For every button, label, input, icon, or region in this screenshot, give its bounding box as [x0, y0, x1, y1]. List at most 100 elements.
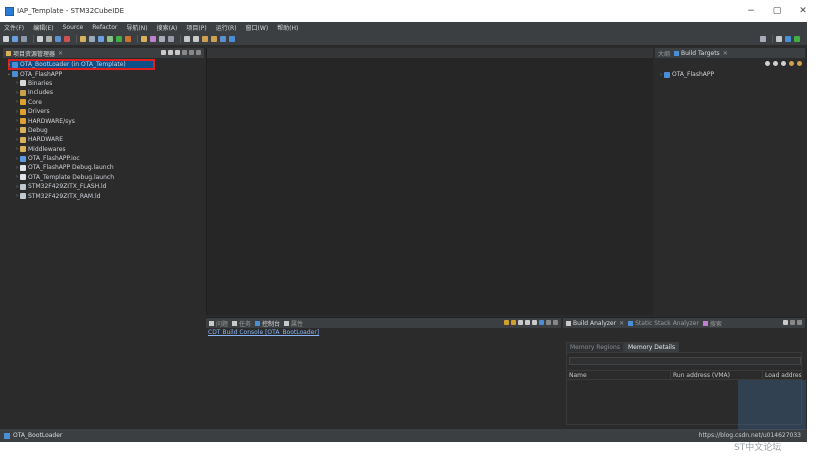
build-targets-tab-label[interactable]: Build Targets: [681, 50, 720, 57]
console-title[interactable]: CDT Build Console [OTA_BootLoader]: [206, 328, 561, 336]
menu-item[interactable]: Refactor: [92, 24, 117, 31]
tree-item[interactable]: › HARDWARE: [3, 135, 204, 144]
pin-console-icon[interactable]: [504, 320, 509, 325]
menu-item[interactable]: 文件(F): [4, 23, 24, 32]
forward-arrow-icon[interactable]: [211, 36, 217, 42]
column-load-address[interactable]: Load address: [763, 371, 801, 379]
outline-tab-label[interactable]: 大纲: [658, 49, 670, 58]
info-icon[interactable]: [229, 36, 235, 42]
build-target-icon[interactable]: [781, 60, 786, 66]
open-perspective-icon[interactable]: [776, 36, 782, 42]
menu-item[interactable]: 搜索(A): [157, 23, 178, 32]
memory-filter-input[interactable]: [569, 357, 801, 365]
minimize-view-icon[interactable]: [546, 320, 551, 325]
save-icon[interactable]: [12, 36, 18, 42]
maximize-view-icon[interactable]: [553, 320, 558, 325]
build-all-icon[interactable]: [55, 36, 61, 42]
tree-item[interactable]: › Drivers: [3, 107, 204, 116]
pencil-icon[interactable]: [150, 36, 156, 42]
debug-icon[interactable]: [107, 36, 113, 42]
menu-item[interactable]: 导航(N): [126, 23, 147, 32]
search-toolbar-icon[interactable]: [159, 36, 165, 42]
tree-item[interactable]: › Middlewares: [3, 145, 204, 154]
tree-item[interactable]: › OTA_FlashAPP.ioc: [3, 154, 204, 163]
terminal-icon[interactable]: [168, 36, 174, 42]
external-tools-icon[interactable]: [125, 36, 131, 42]
collapse-all-icon[interactable]: [161, 50, 166, 55]
display-console-icon[interactable]: [539, 320, 544, 325]
pin-icon[interactable]: [220, 36, 226, 42]
maximize-view-icon[interactable]: [797, 320, 802, 325]
menu-item[interactable]: Source: [63, 24, 84, 31]
tree-item[interactable]: › STM32F429ZITX_RAM.ld: [3, 191, 204, 200]
tree-item[interactable]: ⌄ OTA_FlashAPP: [3, 69, 204, 78]
save-all-icon[interactable]: [21, 36, 27, 42]
column-name[interactable]: Name: [567, 371, 671, 379]
menu-item[interactable]: 帮助(H): [277, 23, 298, 32]
view-menu-icon[interactable]: [783, 320, 788, 325]
tree-item[interactable]: › Includes: [3, 88, 204, 97]
console-tab-label[interactable]: 控制台: [262, 319, 280, 328]
copy-icon[interactable]: [532, 320, 537, 325]
open-folder-icon[interactable]: [80, 36, 86, 42]
new-target-icon[interactable]: [765, 60, 770, 66]
search-tab-label[interactable]: 搜索: [710, 319, 722, 328]
tree-item[interactable]: › OTA_Template Debug.launch: [3, 173, 204, 182]
edit-target-icon[interactable]: [773, 60, 778, 66]
maximize-button[interactable]: ▢: [764, 0, 790, 22]
debug-perspective-icon[interactable]: [794, 36, 800, 42]
filter-icon[interactable]: [175, 50, 180, 55]
back-arrow-icon[interactable]: [789, 60, 794, 66]
tree-item[interactable]: › STM32F429ZITX_FLASH.ld: [3, 182, 204, 191]
open-type-icon[interactable]: [141, 36, 147, 42]
column-run-address[interactable]: Run address (VMA): [671, 371, 763, 379]
tree-item-content: › HARDWARE: [14, 136, 63, 143]
clear-console-icon[interactable]: [518, 320, 523, 325]
tree-item[interactable]: › OTA_FlashAPP: [655, 70, 805, 79]
search-icon[interactable]: [760, 36, 766, 42]
prev-annotation-icon[interactable]: [193, 36, 199, 42]
editor-area[interactable]: [206, 48, 653, 315]
console-tab-label[interactable]: 属性: [291, 319, 303, 328]
device-config-icon[interactable]: [89, 36, 95, 42]
tree-item[interactable]: › Core: [3, 98, 204, 107]
tree-item[interactable]: › HARDWARE/sys: [3, 116, 204, 125]
close-tab-icon[interactable]: ✕: [619, 320, 624, 327]
view-menu-icon[interactable]: [182, 50, 187, 55]
console-tab-label[interactable]: 问题: [216, 319, 228, 328]
close-tab-icon[interactable]: ✕: [723, 50, 728, 57]
build-analyzer-tab-label[interactable]: Build Analyzer: [573, 320, 616, 327]
close-tab-icon[interactable]: ✕: [58, 50, 63, 57]
tree-item[interactable]: › OTA_BootLoader (in OTA_Template): [3, 59, 204, 70]
minimize-view-icon[interactable]: [790, 320, 795, 325]
console-tab-label[interactable]: 任务: [239, 319, 251, 328]
word-wrap-icon[interactable]: [525, 320, 530, 325]
menu-item[interactable]: 编辑(E): [33, 23, 53, 32]
chip-icon[interactable]: [98, 36, 104, 42]
new-file-icon[interactable]: [3, 36, 9, 42]
tree-item[interactable]: › Binaries: [3, 79, 204, 88]
status-selected-resource: OTA_BootLoader: [13, 432, 63, 439]
tree-item-label: OTA_FlashAPP: [672, 71, 715, 79]
menu-item[interactable]: 项目(P): [186, 23, 206, 32]
menu-item[interactable]: 运行(R): [216, 23, 237, 32]
tree-item[interactable]: › Debug: [3, 126, 204, 135]
cpp-perspective-icon[interactable]: [785, 36, 791, 42]
minimize-button[interactable]: −: [738, 0, 764, 22]
scroll-lock-icon[interactable]: [511, 320, 516, 325]
project-explorer-header[interactable]: 项目资源管理器 ✕: [3, 48, 204, 58]
link-editor-icon[interactable]: [168, 50, 173, 55]
clean-icon[interactable]: [64, 36, 70, 42]
next-annotation-icon[interactable]: [184, 36, 190, 42]
menu-item[interactable]: 窗口(W): [246, 23, 269, 32]
run-icon[interactable]: [116, 36, 122, 42]
minimize-view-icon[interactable]: [189, 50, 194, 55]
forward-arrow-icon[interactable]: [797, 60, 802, 66]
back-arrow-icon[interactable]: [202, 36, 208, 42]
settings-icon[interactable]: [37, 36, 43, 42]
close-button[interactable]: ✕: [790, 0, 816, 22]
maximize-view-icon[interactable]: [196, 50, 201, 55]
static-stack-tab-label[interactable]: Static Stack Analyzer: [635, 320, 699, 327]
build-hammer-icon[interactable]: [46, 36, 52, 42]
tree-item[interactable]: › OTA_FlashAPP Debug.launch: [3, 163, 204, 172]
